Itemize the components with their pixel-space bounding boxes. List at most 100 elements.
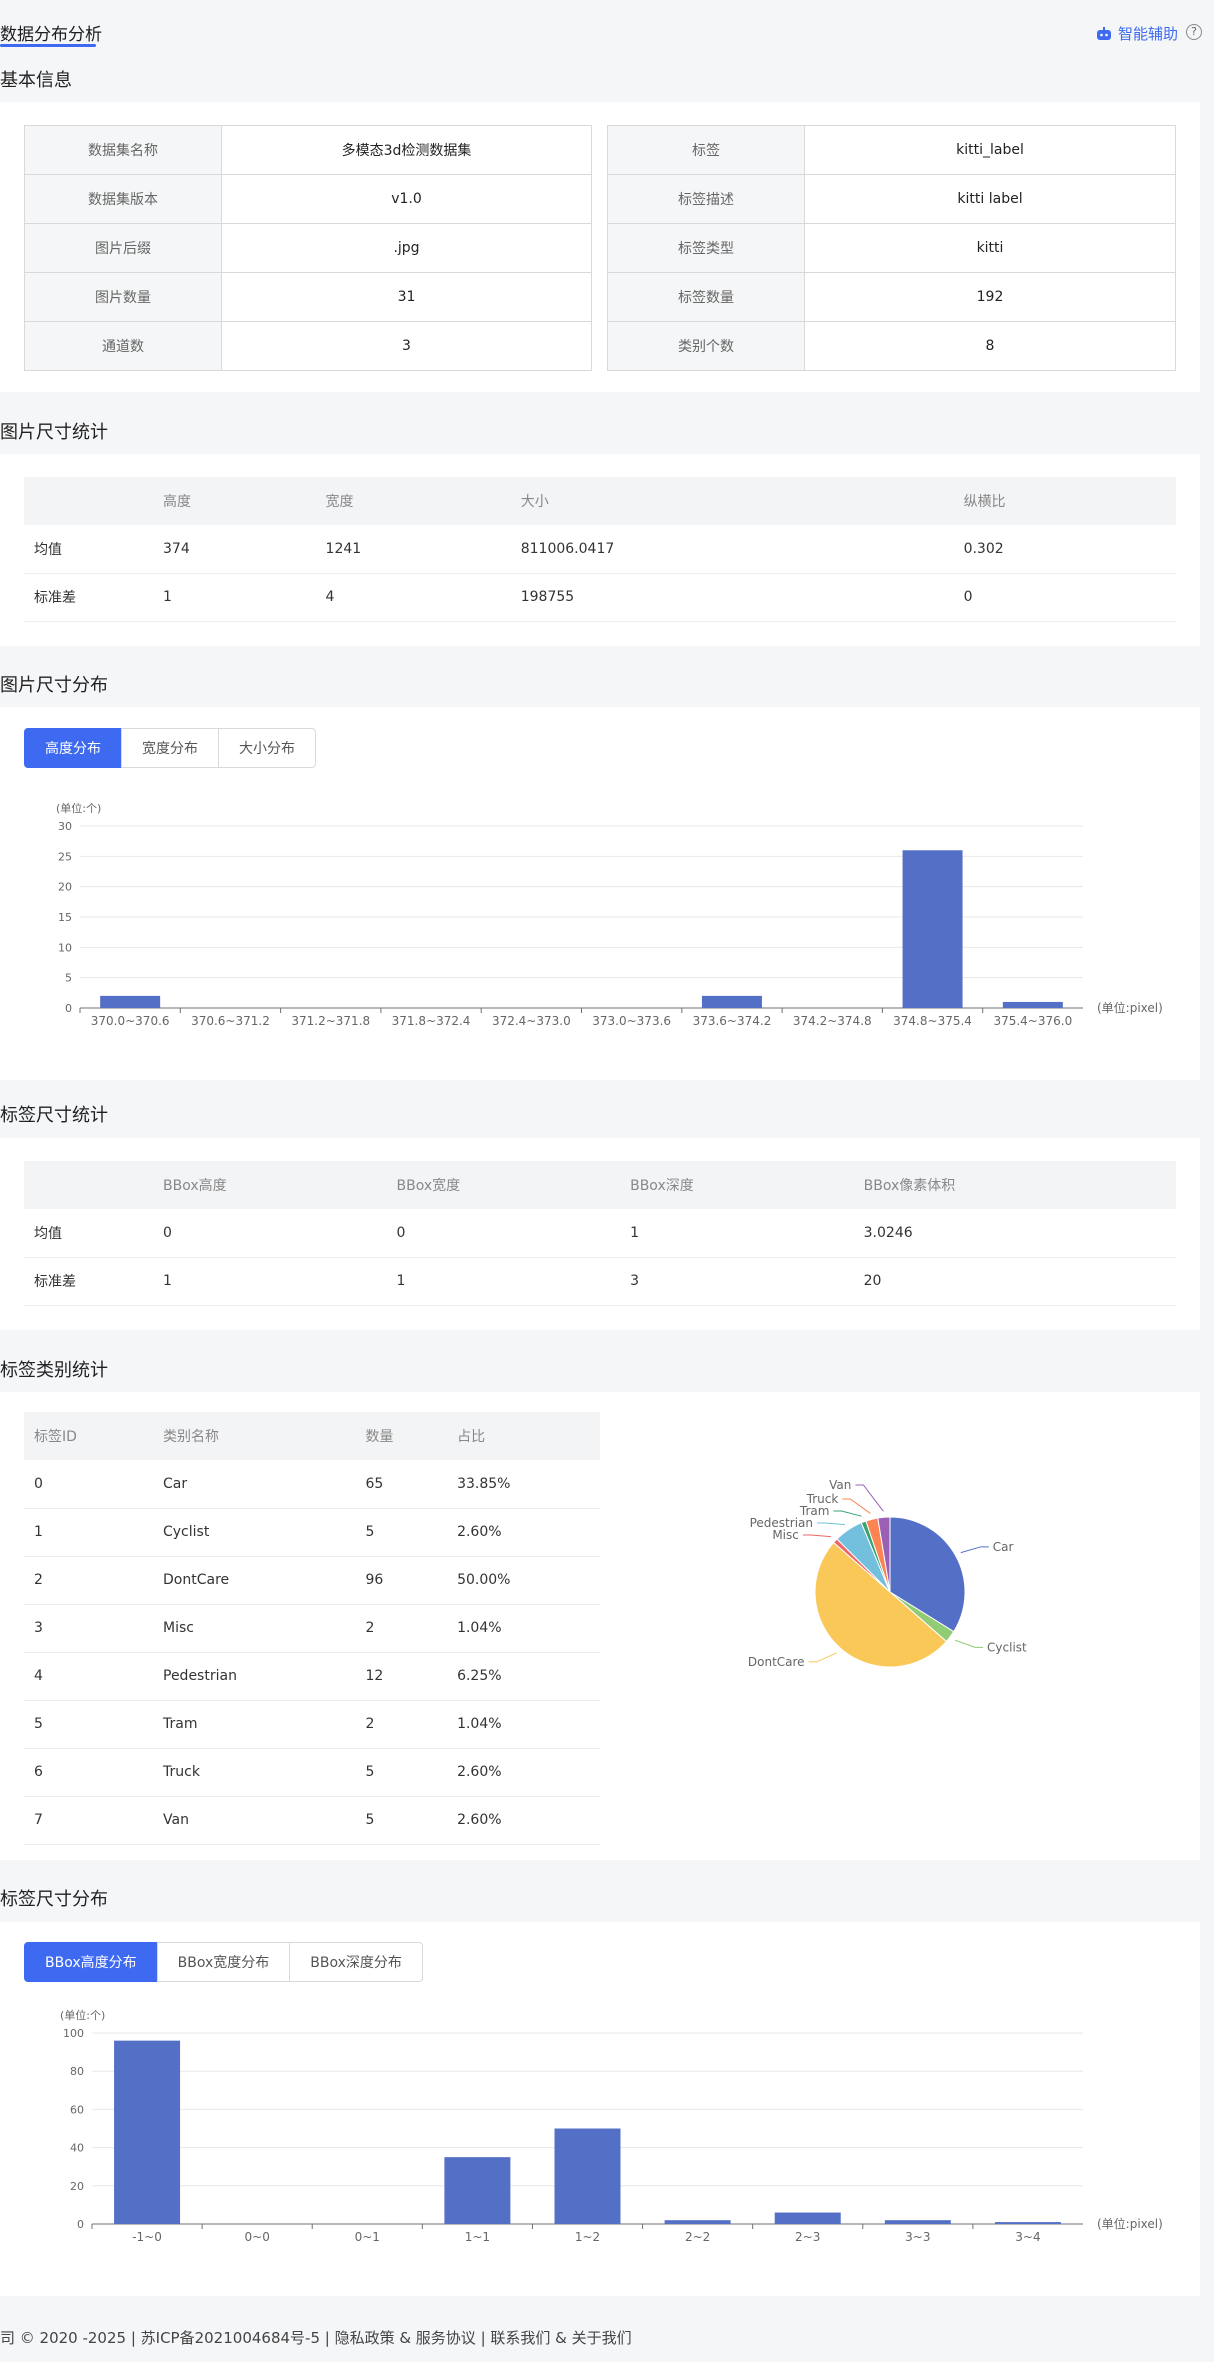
table-cell: 均值 [24,1209,153,1258]
column-header [24,1161,153,1209]
y-tick-label: 5 [65,972,72,985]
section-title-label-size-dist: 标签尺寸分布 [0,1889,108,1910]
info-key: 通道数 [24,321,222,371]
x-unit-label: (单位:pixel) [1097,2216,1163,2231]
column-header: 类别名称 [153,1412,356,1460]
pie-label: Cyclist [987,1640,1027,1654]
class-stats-card: 标签ID 类别名称 数量 占比 0 Car 65 33.85% 1 Cyclist 5 2.60% 2… [0,1392,1200,1860]
table-row: 4 Pedestrian 12 6.25% [24,1652,600,1701]
info-key: 图片数量 [24,272,222,322]
info-row: 数据集名称 多模态3d检测数据集 [24,125,592,175]
table-cell: 198755 [510,573,954,622]
bar[interactable] [902,850,963,1008]
bar[interactable] [100,995,161,1008]
table-cell: 均值 [24,525,153,574]
pie-label-line [855,1484,884,1512]
label-size-stats-table: BBox高度 BBox宽度 BBox深度 BBox像素体积 均值 0 0 1 3.0246 标准… [24,1161,1176,1306]
smart-assist-button[interactable]: 智能辅助 [1096,23,1178,44]
bar[interactable] [994,2222,1061,2224]
info-key: 数据集版本 [24,174,222,224]
table-cell: 96 [355,1556,448,1605]
dist-tab-button[interactable]: BBox高度分布 [24,1942,158,1982]
dist-tab-button[interactable]: 大小分布 [218,728,316,768]
y-unit-label: (单位:个) [60,2008,105,2022]
table-row: 标准差 1 1 3 20 [24,1257,1176,1306]
pie-label: Car [993,1540,1014,1554]
dist-tab-button[interactable]: 宽度分布 [121,728,219,768]
smart-assist-label: 智能辅助 [1117,25,1178,43]
bar[interactable] [701,995,762,1008]
column-header: BBox深度 [620,1161,854,1209]
info-row: 图片数量 31 [24,272,592,322]
dist-tab-button[interactable]: BBox宽度分布 [156,1942,291,1982]
x-tick-label: 370.0~370.6 [91,1014,170,1028]
y-tick-label: 40 [70,2142,84,2155]
tab-data-distribution[interactable]: 数据分布分析 [0,20,102,45]
table-cell: Tram [153,1700,356,1749]
table-cell: 12 [355,1652,448,1701]
table-cell: 0 [153,1209,387,1258]
bar[interactable] [664,2220,731,2224]
x-tick-label: 373.0~373.6 [592,1014,671,1028]
dist-tab-button[interactable]: 高度分布 [24,728,122,768]
section-title-class-stats: 标签类别统计 [0,1360,108,1381]
section-title-image-size-dist: 图片尺寸分布 [0,675,108,696]
column-header [24,477,153,525]
table-cell: 3 [620,1257,854,1306]
table-cell: 5 [355,1748,448,1797]
x-tick-label: 375.4~376.0 [993,1014,1072,1028]
footer-text[interactable]: 司 © 2020 -2025 | 苏ICP备2021004684号-5 | 隐私… [0,2327,632,2348]
table-row: 均值 0 0 1 3.0246 [24,1209,1176,1258]
info-value: 8 [804,321,1176,371]
image-size-stats-card: 高度 宽度 大小 纵横比 均值 374 1241 811006.0417 0.302 标准差 1 4… [0,454,1200,646]
table-row: 3 Misc 2 1.04% [24,1604,600,1653]
bar[interactable] [1002,1001,1063,1008]
table-cell: Cyclist [153,1508,356,1557]
column-header: 高度 [153,477,316,525]
table-cell: 0 [386,1209,621,1258]
column-header: 纵横比 [953,477,1176,525]
x-tick-label: 1~1 [465,2230,490,2244]
x-tick-label: 374.8~375.4 [893,1014,972,1028]
table-row: 1 Cyclist 5 2.60% [24,1508,600,1557]
x-tick-label: 3~3 [905,2230,930,2244]
x-tick-label: 371.8~372.4 [392,1014,471,1028]
info-value: v1.0 [221,174,592,224]
info-key: 标签数量 [607,272,805,322]
label-size-stats-card: BBox高度 BBox宽度 BBox深度 BBox像素体积 均值 0 0 1 3.0246 标准… [0,1138,1200,1330]
x-unit-label: (单位:pixel) [1097,1000,1163,1015]
table-row: 均值 374 1241 811006.0417 0.302 [24,525,1176,574]
x-tick-label: 3~4 [1015,2230,1040,2244]
bar[interactable] [444,2157,511,2224]
dist-tab-button[interactable]: BBox深度分布 [289,1942,423,1982]
table-cell: 2 [24,1556,153,1605]
bar[interactable] [114,2040,181,2224]
table-cell: 50.00% [447,1556,600,1605]
table-row: 6 Truck 5 2.60% [24,1748,600,1797]
table-cell: 5 [355,1508,448,1557]
x-tick-label: 374.2~374.8 [793,1014,872,1028]
info-row: 通道数 3 [24,321,592,371]
info-key: 数据集名称 [24,125,222,175]
bar[interactable] [884,2220,951,2224]
section-title-basic: 基本信息 [0,70,72,91]
table-cell: 33.85% [447,1460,600,1509]
bar[interactable] [774,2212,841,2224]
bar[interactable] [554,2128,621,2225]
y-tick-label: 20 [70,2180,84,2193]
x-tick-label: 1~2 [575,2230,600,2244]
table-cell: 2 [355,1604,448,1653]
pie-label: Truck [806,1492,839,1506]
column-header: 大小 [510,477,954,525]
table-cell: 3 [24,1604,153,1653]
table-cell: 1 [153,573,316,622]
column-header: 数量 [355,1412,448,1460]
bbox-height-bar-chart: (单位:个) (单位:pixel) 0 20 40 60 80 100 -1~0 0~0 0~1 1~… [60,2008,1163,2244]
info-row: 数据集版本 v1.0 [24,174,592,224]
help-icon[interactable]: ? [1186,24,1202,40]
x-tick-label: 371.2~371.8 [291,1014,370,1028]
table-row: 0 Car 65 33.85% [24,1460,600,1509]
x-tick-label: 2~3 [795,2230,820,2244]
basic-info-table-left: 数据集名称 多模态3d检测数据集 数据集版本 v1.0 图片后缀 .jpg 图片数量 31 通道… [24,125,592,371]
info-value: 31 [221,272,592,322]
